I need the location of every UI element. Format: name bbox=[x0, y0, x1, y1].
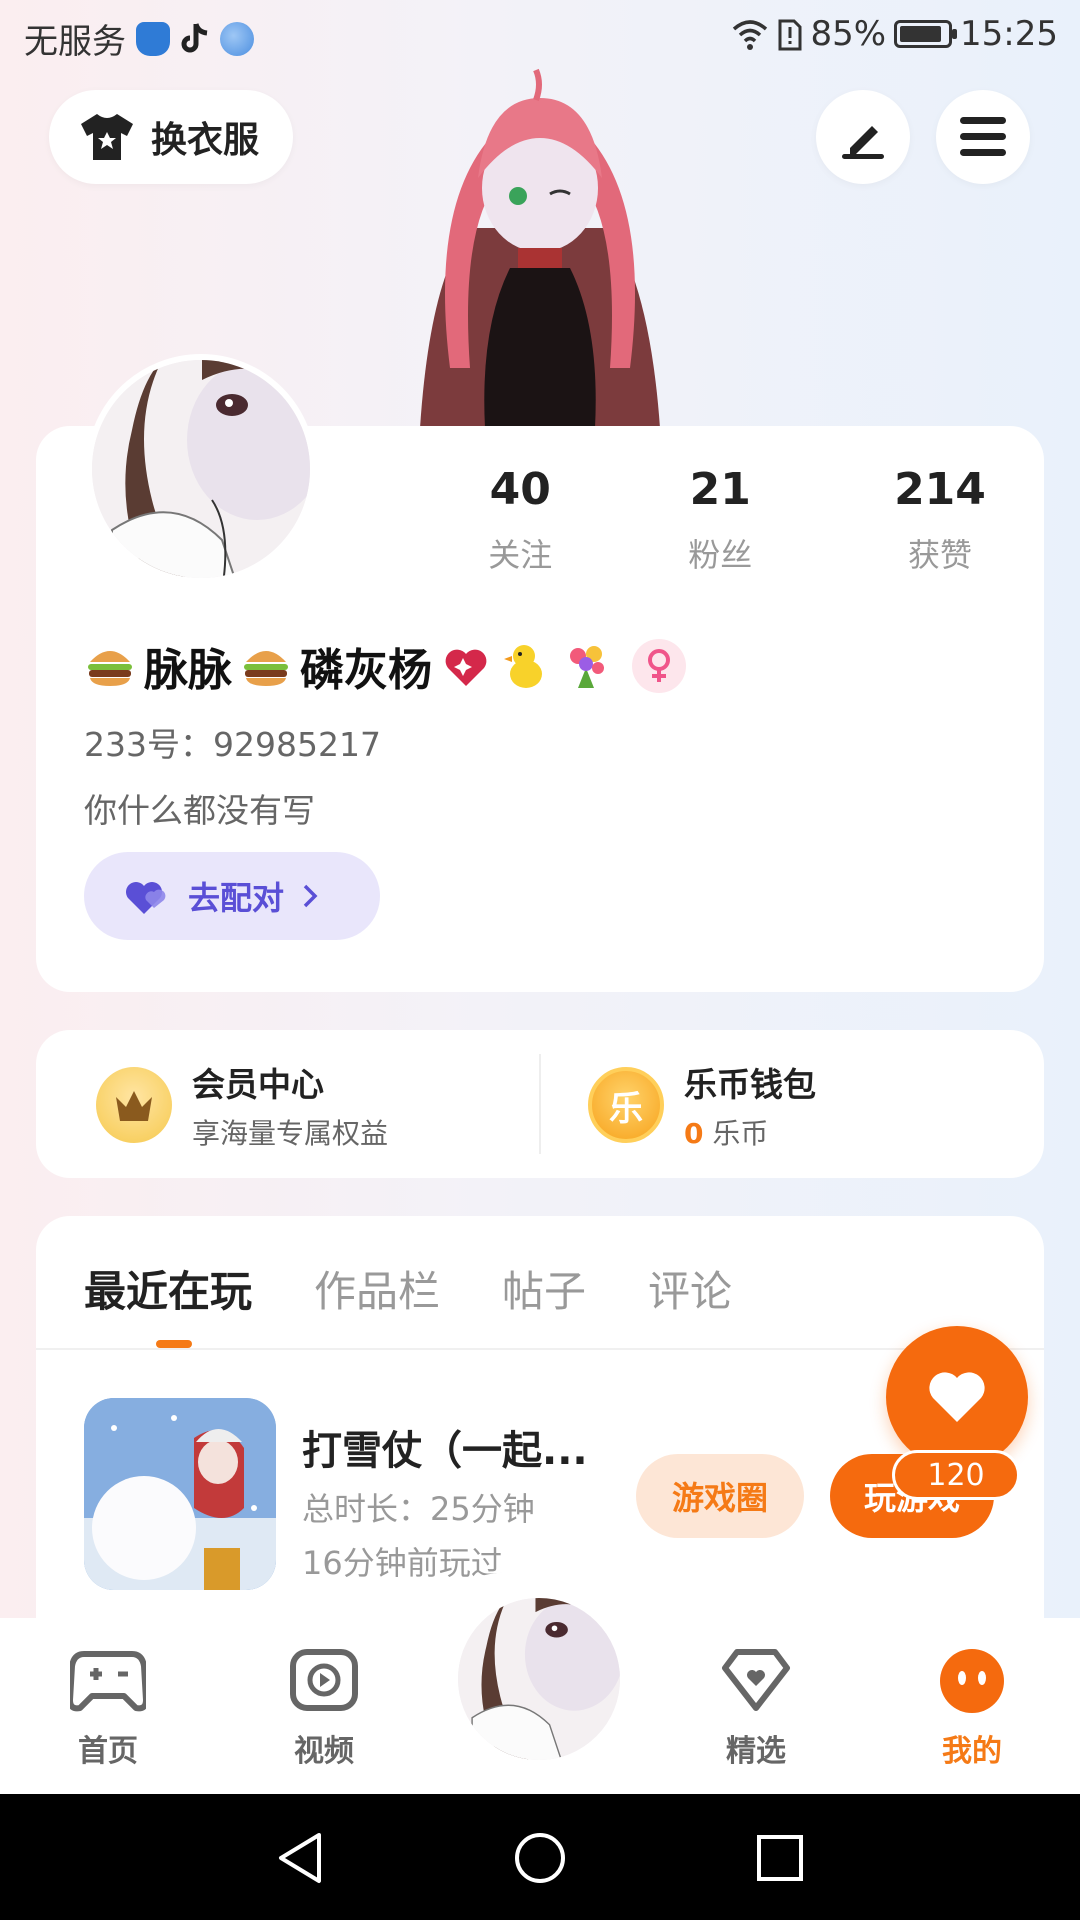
game-title: 打雪仗（一起... bbox=[302, 1428, 588, 1474]
tab-comments[interactable]: 评论 bbox=[648, 1258, 732, 1319]
stat-fans-label: 粉丝 bbox=[688, 536, 753, 574]
stat-likes-count: 214 bbox=[894, 464, 986, 515]
member-center-subtitle: 享海量专属权益 bbox=[192, 1117, 389, 1150]
change-outfit-button[interactable]: 换衣服 bbox=[49, 90, 293, 184]
game-cover-image bbox=[84, 1398, 276, 1590]
gender-female-badge bbox=[632, 639, 686, 693]
shield-icon bbox=[136, 21, 170, 56]
bouquet-emoji-icon bbox=[570, 646, 604, 688]
coin-balance-amount: 0 bbox=[684, 1117, 704, 1150]
stat-likes[interactable]: 214 获赞 bbox=[840, 464, 1040, 576]
home-button[interactable] bbox=[510, 1828, 570, 1888]
change-outfit-label: 换衣服 bbox=[151, 120, 260, 161]
tab-recent-play[interactable]: 最近在玩 bbox=[84, 1258, 252, 1319]
game-icon[interactable] bbox=[84, 1398, 276, 1590]
back-button[interactable] bbox=[270, 1828, 330, 1888]
burger-emoji-icon bbox=[244, 651, 288, 686]
battery-icon bbox=[894, 20, 958, 48]
recents-square-icon bbox=[757, 1835, 803, 1881]
video-icon bbox=[290, 1649, 358, 1711]
burger-emoji-icon bbox=[88, 651, 132, 686]
coin-wallet-balance: 0 乐币 bbox=[684, 1112, 816, 1152]
battery-percent: 85% bbox=[810, 14, 887, 54]
content-tabs: 最近在玩 作品栏 帖子 评论 bbox=[84, 1258, 732, 1319]
username-part-1: 脉脉 bbox=[144, 645, 232, 696]
list-item[interactable]: 打雪仗（一起... 总时长：25分钟 16分钟前玩过 游戏圈 玩游戏 bbox=[84, 1398, 1024, 1598]
user-id: 233号：92985217 bbox=[84, 725, 381, 764]
chick-emoji-icon bbox=[504, 645, 542, 688]
nav-home-label: 首页 bbox=[78, 1734, 138, 1769]
username-row: 脉脉 磷灰杨 bbox=[84, 634, 686, 698]
nav-featured[interactable]: 精选 bbox=[686, 1648, 826, 1770]
nav-mine-label: 我的 bbox=[942, 1734, 1002, 1769]
go-match-label: 去配对 bbox=[188, 879, 285, 917]
avatar[interactable] bbox=[86, 354, 316, 584]
stat-fans[interactable]: 21 粉丝 bbox=[601, 464, 840, 576]
stat-following-label: 关注 bbox=[488, 536, 553, 574]
female-symbol-icon bbox=[648, 649, 670, 682]
back-triangle-icon bbox=[279, 1833, 321, 1883]
coin-glyph: 乐 bbox=[609, 1088, 643, 1129]
nav-mine[interactable]: 我的 bbox=[902, 1648, 1042, 1770]
nav-center-avatar[interactable] bbox=[454, 1594, 624, 1764]
hamburger-menu-icon bbox=[960, 117, 1006, 156]
nav-video[interactable]: 视频 bbox=[254, 1648, 394, 1770]
pencil-icon bbox=[842, 126, 884, 159]
like-button[interactable] bbox=[886, 1326, 1028, 1468]
browser-icon bbox=[220, 21, 254, 56]
nav-home[interactable]: 首页 bbox=[38, 1648, 178, 1770]
coin-icon: 乐 bbox=[588, 1067, 664, 1143]
member-wallet-card: 会员中心 享海量专属权益 乐 乐币钱包 0 乐币 bbox=[36, 1030, 1044, 1178]
edit-profile-button[interactable] bbox=[816, 90, 910, 184]
stat-fans-count: 21 bbox=[689, 464, 751, 515]
chevron-right-icon bbox=[303, 884, 318, 908]
crown-icon bbox=[96, 1067, 172, 1143]
nav-featured-label: 精选 bbox=[726, 1734, 786, 1769]
sparkling-heart-emoji-icon bbox=[445, 649, 487, 686]
wifi-icon bbox=[733, 20, 768, 50]
tshirt-icon bbox=[81, 114, 133, 160]
tab-works[interactable]: 作品栏 bbox=[314, 1258, 440, 1319]
game-last-played: 16分钟前玩过 bbox=[302, 1544, 503, 1582]
coin-wallet-title: 乐币钱包 bbox=[684, 1065, 816, 1104]
status-bar: 无服务 85% 15:25 bbox=[0, 0, 1080, 76]
active-tab-indicator bbox=[156, 1340, 192, 1348]
tab-posts[interactable]: 帖子 bbox=[502, 1258, 586, 1319]
gamepad-icon bbox=[67, 1651, 149, 1712]
game-circle-button[interactable]: 游戏圈 bbox=[636, 1454, 804, 1538]
profile-stats: 40 关注 21 粉丝 214 获赞 bbox=[440, 464, 1040, 576]
carrier-text: 无服务 bbox=[24, 22, 126, 62]
sim-alert-icon bbox=[778, 19, 802, 51]
tiktok-icon bbox=[181, 22, 208, 52]
avatar-character-figure[interactable] bbox=[390, 68, 690, 428]
menu-button[interactable] bbox=[936, 90, 1030, 184]
heart-icon bbox=[929, 1372, 985, 1422]
member-center-title: 会员中心 bbox=[192, 1065, 324, 1104]
clock-time: 15:25 bbox=[960, 14, 1058, 54]
divider bbox=[539, 1054, 541, 1154]
go-match-button[interactable]: 去配对 bbox=[84, 852, 380, 940]
heart-gem-icon bbox=[722, 1649, 790, 1711]
divider bbox=[36, 1348, 1044, 1350]
coin-balance-unit: 乐币 bbox=[712, 1117, 769, 1150]
stat-likes-label: 获赞 bbox=[907, 536, 972, 574]
user-bio: 你什么都没有写 bbox=[84, 791, 315, 830]
coin-wallet-entry[interactable]: 乐 乐币钱包 0 乐币 bbox=[588, 1058, 816, 1152]
stat-following-count: 40 bbox=[489, 464, 551, 515]
avatar-image bbox=[458, 1598, 620, 1760]
like-count-badge: 120 bbox=[892, 1450, 1020, 1500]
member-center-entry[interactable]: 会员中心 享海量专属权益 bbox=[96, 1058, 388, 1152]
nav-video-label: 视频 bbox=[294, 1734, 354, 1769]
double-heart-icon bbox=[126, 882, 166, 914]
system-navigation-bar bbox=[0, 1794, 1080, 1920]
game-total-time: 总时长：25分钟 bbox=[302, 1490, 535, 1528]
username-part-2: 磷灰杨 bbox=[300, 645, 432, 696]
stat-following[interactable]: 40 关注 bbox=[440, 464, 601, 576]
home-circle-icon bbox=[515, 1833, 565, 1883]
recents-button[interactable] bbox=[750, 1828, 810, 1888]
face-icon bbox=[940, 1649, 1004, 1713]
